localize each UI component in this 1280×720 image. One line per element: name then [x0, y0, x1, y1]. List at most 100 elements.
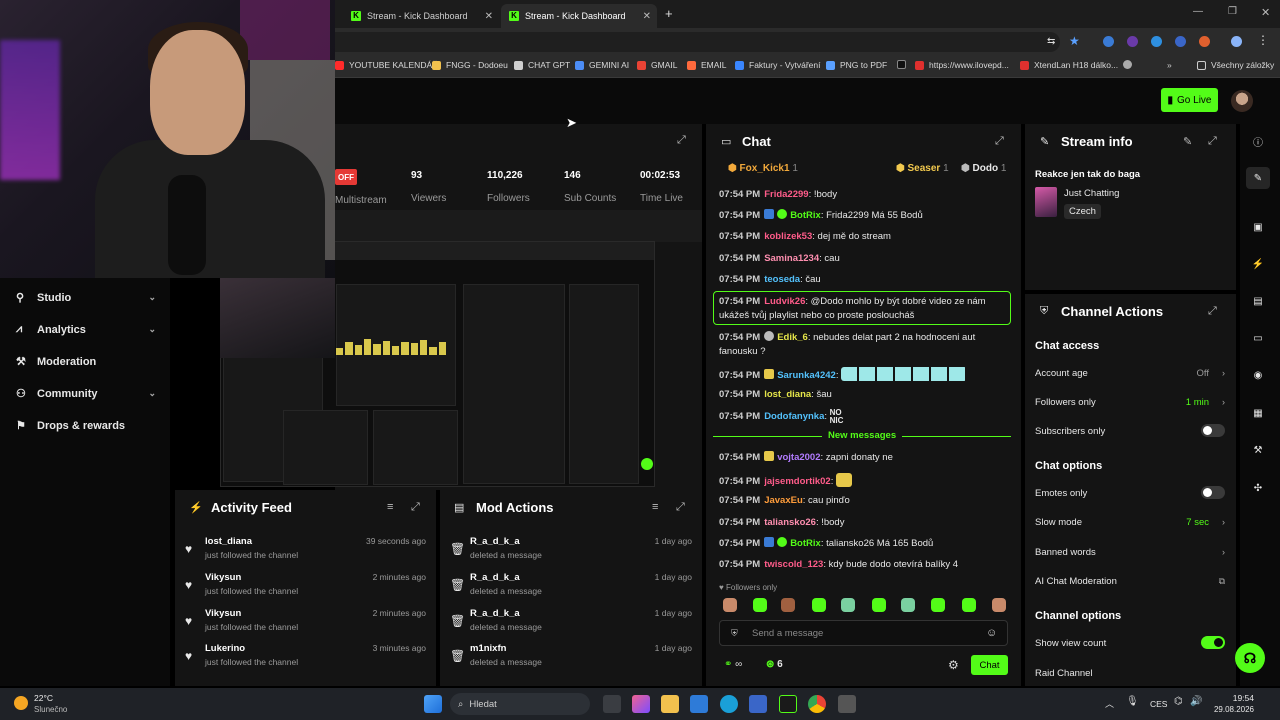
chat-message[interactable]: 07:54 PM Ludvik26: @Dodo mohlo by být dob… — [719, 295, 986, 308]
menu-icon[interactable]: ⋮ — [1257, 33, 1269, 47]
microphone-icon[interactable]: 🎙 — [1126, 696, 1139, 707]
chat-input[interactable]: ⛨ Send a message ☺ — [719, 620, 1008, 646]
calculator-icon[interactable] — [838, 695, 856, 713]
target-icon[interactable]: ◉ — [1246, 364, 1270, 386]
expand-icon[interactable]: ⤢ — [1208, 305, 1217, 318]
lightning-icon[interactable]: ⚡ — [1246, 253, 1270, 275]
sidebar-item-analytics[interactable]: ⩘ Analytics ⌄ — [16, 323, 156, 336]
bookmark[interactable]: GEMINI AI — [575, 60, 629, 70]
points-counter[interactable]: ⊛ 6 — [766, 659, 783, 670]
bookmark[interactable]: FNGG - Dodoeu — [432, 60, 508, 70]
ai-chat-moderation-setting[interactable]: AI Chat Moderation ⧉ — [1035, 576, 1225, 587]
volume-icon[interactable]: 🔊 — [1190, 696, 1202, 707]
emote-icon[interactable] — [841, 598, 855, 612]
close-window-icon[interactable]: ✕ — [1261, 6, 1270, 19]
bookmark[interactable]: https://www.ilovepd... — [915, 60, 1009, 70]
go-live-button[interactable]: ▮ Go Live — [1161, 88, 1218, 112]
emote-icon[interactable] — [931, 598, 945, 612]
extension-icon[interactable] — [1127, 36, 1138, 47]
emote-icon[interactable] — [992, 598, 1006, 612]
edit-icon[interactable]: ✎ — [1183, 135, 1192, 148]
translate-icon[interactable]: ⇆ — [1047, 36, 1059, 48]
address-input[interactable] — [335, 32, 1060, 52]
sidebar-item-drops[interactable]: ⚑ Drops & rewards — [16, 419, 156, 433]
expand-icon[interactable]: ⤢ — [995, 135, 1004, 148]
expand-icon[interactable]: ⤢ — [677, 134, 686, 147]
chat-message[interactable]: 07:54 PM Edik_6: nebudes delat part 2 na … — [719, 331, 975, 344]
raid-channel-setting[interactable]: Raid Channel — [1035, 668, 1225, 679]
emotes-only-setting[interactable]: Emotes only — [1035, 486, 1225, 499]
all-bookmarks[interactable]: Všechny záložky — [1197, 60, 1274, 70]
extension-icon[interactable] — [1175, 36, 1186, 47]
chat-message[interactable]: 07:54 PM BotRix: taliansko26 Má 165 Bodů — [719, 537, 933, 550]
close-tab-icon[interactable]: ✕ — [485, 11, 493, 22]
chat-message[interactable]: 07:54 PM Dodofanynka: NO NIC — [719, 409, 850, 425]
windows-start-icon[interactable] — [424, 695, 442, 713]
wrench-icon[interactable]: ⚒ — [1246, 439, 1270, 461]
chat-message[interactable]: 07:54 PM jajsemdortik02: — [719, 473, 853, 488]
show-view-count-setting[interactable]: Show view count — [1035, 636, 1225, 649]
extension-icon[interactable] — [1151, 36, 1162, 47]
bookmark[interactable]: XtendLan H18 dálko... — [1020, 60, 1118, 70]
gifter-3[interactable]: ⬢ Dodo 1 — [961, 163, 1006, 174]
profile-icon[interactable] — [1231, 36, 1242, 47]
terminal-icon[interactable] — [779, 695, 797, 713]
mail-icon[interactable] — [690, 695, 708, 713]
chat-message[interactable]: 07:54 PM taliansko26: !body — [719, 516, 844, 529]
list-icon[interactable]: ▤ — [1246, 290, 1270, 312]
emote-icon[interactable] — [901, 598, 915, 612]
chat-message[interactable]: 07:54 PM Samina1234: cau — [719, 252, 840, 265]
more-bookmarks-icon[interactable]: » — [1167, 60, 1172, 70]
star-icon[interactable]: ★ — [1069, 34, 1080, 48]
emotes-only-toggle[interactable] — [1201, 486, 1225, 499]
bookmark[interactable]: GMAIL — [637, 60, 677, 70]
chat-message[interactable]: 07:54 PM vojta2002: zapni donaty ne — [719, 451, 893, 464]
bookmark[interactable]: PNG to PDF — [826, 60, 887, 70]
edge-icon[interactable] — [720, 695, 738, 713]
chat-message[interactable]: 07:54 PM Frida2299: !body — [719, 188, 837, 201]
filter-icon[interactable]: ≡ — [387, 501, 393, 513]
apps-icon[interactable]: ✣ — [1246, 477, 1270, 499]
browser-tab-active[interactable]: K Stream - Kick Dashboard ✕ — [501, 4, 657, 28]
copilot-icon[interactable] — [632, 695, 650, 713]
file-explorer-icon[interactable] — [661, 695, 679, 713]
bookmark[interactable] — [897, 60, 911, 69]
chat-message[interactable]: 07:54 PM JavaxEu: cau pinďo — [719, 494, 850, 507]
task-view-icon[interactable] — [603, 695, 621, 713]
new-tab-icon[interactable]: + — [665, 6, 673, 21]
extension-icon[interactable] — [1103, 36, 1114, 47]
gifter-2[interactable]: ⬢ Seaser 1 — [896, 163, 949, 174]
maximize-icon[interactable]: ❐ — [1228, 6, 1237, 17]
emote-icon[interactable] — [812, 598, 826, 612]
clock-time[interactable]: 19:54 — [1212, 693, 1254, 703]
extension-icon[interactable] — [1199, 36, 1210, 47]
expand-icon[interactable]: ⤢ — [411, 501, 420, 514]
emote-icon[interactable] — [872, 598, 886, 612]
gifter-1[interactable]: ⬢ Fox_Kick1 1 — [728, 163, 798, 174]
emote-icon[interactable] — [781, 598, 795, 612]
weather-temp[interactable]: 22°C — [34, 693, 53, 703]
emote-icon[interactable] — [962, 598, 976, 612]
user-avatar[interactable] — [1231, 90, 1253, 112]
sidebar-item-community[interactable]: ⚇ Community ⌄ — [16, 387, 156, 401]
chat-message[interactable]: 07:54 PM twiscold_123: kdy bude dodo otev… — [719, 558, 958, 571]
help-button[interactable]: ☊ — [1235, 643, 1265, 673]
points-icon[interactable]: ⚭ ∞ — [724, 659, 742, 670]
bookmark[interactable] — [1123, 60, 1137, 69]
chrome-icon[interactable] — [808, 695, 826, 713]
send-chat-button[interactable]: Chat — [971, 655, 1008, 675]
emote-icon[interactable] — [753, 598, 767, 612]
show-view-count-toggle[interactable] — [1201, 636, 1225, 649]
network-icon[interactable]: ⌬ — [1174, 696, 1183, 707]
chat-icon[interactable]: ▭ — [1246, 327, 1270, 349]
stream-icon[interactable]: ▣ — [1246, 216, 1270, 238]
followers-only-setting[interactable]: Followers only 1 min › — [1035, 397, 1225, 408]
info-icon[interactable]: ⓘ — [1246, 130, 1270, 152]
bookmark[interactable]: YOUTUBE KALENDÁŘ — [335, 60, 438, 70]
expand-icon[interactable]: ⤢ — [676, 501, 685, 514]
banned-words-setting[interactable]: Banned words › — [1035, 547, 1225, 558]
store-icon[interactable] — [749, 695, 767, 713]
close-tab-icon[interactable]: ✕ — [643, 11, 651, 22]
sidebar-item-moderation[interactable]: ⚒ Moderation — [16, 355, 156, 369]
chat-message[interactable]: 07:54 PM koblizek53: dej mě do stream — [719, 230, 891, 243]
